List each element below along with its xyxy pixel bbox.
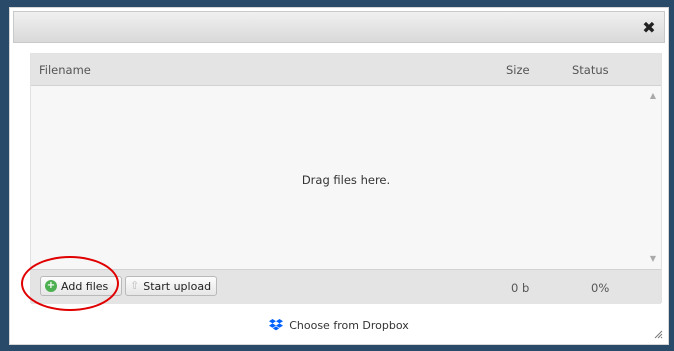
file-list-header: Filename Size Status: [31, 54, 661, 86]
file-list-footer: + Add files ⇧ Start upload 0 b 0%: [31, 269, 661, 304]
drop-zone-text: Drag files here.: [301, 173, 391, 187]
column-header-size: Size: [506, 63, 530, 77]
choose-from-dropbox-link[interactable]: Choose from Dropbox: [10, 319, 668, 332]
file-drop-zone[interactable]: Drag files here. ▲ ▼: [31, 86, 661, 269]
scroll-up-arrow-icon[interactable]: ▲: [648, 91, 658, 101]
column-header-filename: Filename: [39, 63, 91, 77]
column-header-status: Status: [572, 63, 609, 77]
add-files-button[interactable]: + Add files: [40, 276, 122, 296]
file-list-scrollbar[interactable]: ▲ ▼: [645, 86, 661, 269]
close-icon: ✖: [642, 17, 656, 37]
scroll-down-arrow-icon[interactable]: ▼: [648, 254, 658, 264]
dialog-titlebar: ✖: [13, 11, 665, 43]
close-button[interactable]: ✖: [640, 17, 658, 37]
start-upload-label: Start upload: [143, 279, 212, 293]
file-uploader: Filename Size Status Drag files here. ▲ …: [30, 53, 662, 304]
add-icon: +: [45, 280, 57, 292]
upload-dialog: ✖ Filename Size Status Drag files here. …: [9, 7, 669, 345]
start-upload-button[interactable]: ⇧ Start upload: [125, 276, 217, 296]
resize-handle-icon[interactable]: [653, 329, 663, 339]
total-size: 0 b: [511, 281, 530, 295]
total-percent: 0%: [591, 281, 610, 295]
upload-icon: ⇧: [130, 279, 140, 292]
dropbox-label: Choose from Dropbox: [289, 319, 409, 332]
dropbox-icon: [269, 319, 284, 331]
add-files-label: Add files: [61, 279, 109, 293]
